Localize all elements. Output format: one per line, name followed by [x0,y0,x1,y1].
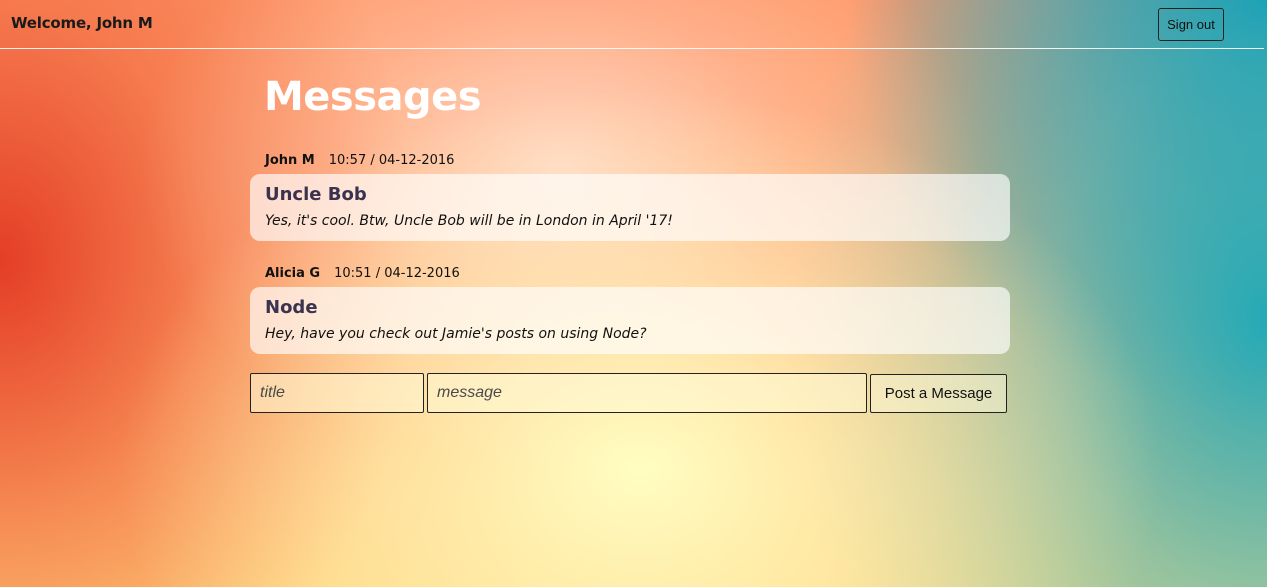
page-title: Messages [264,74,482,120]
message-body: Hey, have you check out Jamie's posts on… [265,326,647,342]
message-timestamp: 10:51 / 04-12-2016 [334,266,460,281]
sign-out-button[interactable]: Sign out [1158,8,1224,41]
welcome-text: Welcome, John M [11,14,153,32]
message-author: John M [265,153,315,168]
title-input[interactable] [250,373,424,413]
post-message-button[interactable]: Post a Message [870,374,1007,413]
message-title: Uncle Bob [265,184,367,205]
message-meta: Alicia G 10:51 / 04-12-2016 [265,266,460,281]
message-body: Yes, it's cool. Btw, Uncle Bob will be i… [265,213,673,229]
message-card: Uncle Bob Yes, it's cool. Btw, Uncle Bob… [250,174,1010,241]
message-title: Node [265,297,318,318]
message-author: Alicia G [265,266,321,281]
message-timestamp: 10:57 / 04-12-2016 [328,153,455,168]
message-meta: John M 10:57 / 04-12-2016 [265,153,454,168]
top-bar: Welcome, John M Sign out [0,0,1264,49]
message-card: Node Hey, have you check out Jamie's pos… [250,287,1010,354]
message-input[interactable] [427,373,867,413]
